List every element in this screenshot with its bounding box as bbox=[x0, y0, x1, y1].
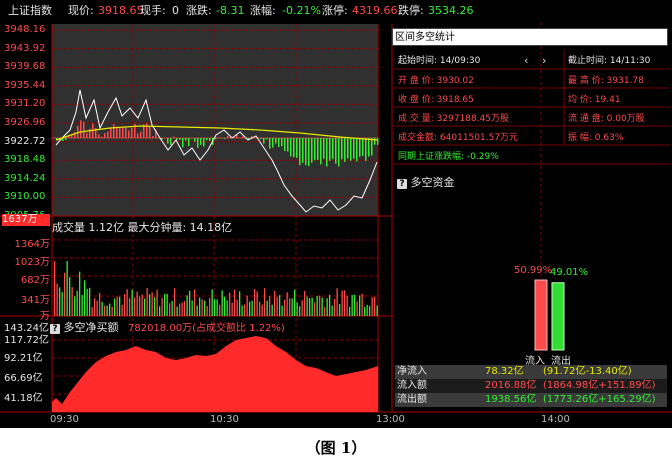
flow-label: 流出额 bbox=[397, 394, 427, 405]
help-icon[interactable]: ? bbox=[397, 179, 407, 189]
price-axis-tick: 3935.44 bbox=[4, 79, 46, 91]
flow-detail: (91.72亿-13.40亿) bbox=[543, 366, 632, 377]
netbuy-axis-tick: 66.69亿 bbox=[4, 373, 43, 384]
price-axis-tick: 3918.48 bbox=[4, 154, 46, 166]
volume-axis-tick: 1023万 bbox=[14, 257, 50, 268]
price-axis-tick: 3914.24 bbox=[4, 172, 46, 184]
netbuy-panel-header: ? 多空净买额 782018.00万(占成交额比 1.22%) bbox=[50, 319, 285, 335]
flow-row: 净流入 78.32亿 (91.72亿-13.40亿) bbox=[395, 365, 667, 379]
flow-label: 净流入 bbox=[397, 366, 427, 377]
price-axis-tick: 3922.72 bbox=[4, 135, 46, 147]
stats-grid-lines bbox=[394, 50, 670, 165]
netbuy-title: 多空净买额 bbox=[63, 321, 119, 334]
flow-row: 流入额 2016.88亿 (1864.98亿+151.89亿) bbox=[395, 379, 667, 393]
flow-detail: (1864.98亿+151.89亿) bbox=[543, 380, 656, 391]
volume-current: 1637万 bbox=[2, 214, 50, 226]
stock-terminal-screen: 上证指数 现价: 3918.65 现手: 0 涨跌: -8.31 涨幅: -0.… bbox=[0, 0, 672, 428]
outflow-pct: 49.01% bbox=[550, 267, 589, 278]
flow-label: 流入额 bbox=[397, 380, 427, 391]
help-icon[interactable]: ? bbox=[50, 324, 60, 334]
flow-value: 2016.88亿 bbox=[485, 380, 537, 391]
outflow-bar bbox=[551, 282, 565, 351]
time-axis-tick: 13:00 bbox=[376, 414, 405, 425]
netbuy-axis-tick: 41.18亿 bbox=[4, 393, 43, 404]
flow-row: 流出额 1938.56亿 (1773.26亿+165.29亿) bbox=[395, 393, 667, 407]
price-axis-tick: 3939.68 bbox=[4, 61, 46, 73]
time-axis-tick: 10:30 bbox=[210, 414, 239, 425]
netbuy-axis-tick: 117.72亿 bbox=[4, 335, 49, 346]
price-panel-bg bbox=[52, 24, 378, 216]
price-axis-tick: 3910.00 bbox=[4, 191, 46, 203]
flow-value: 1938.56亿 bbox=[485, 394, 537, 405]
inflow-pct: 50.99% bbox=[514, 265, 553, 276]
netbuy-value: 782018.00万(占成交额比 1.22%) bbox=[128, 323, 285, 334]
price-axis-tick: 3931.20 bbox=[4, 98, 46, 110]
time-axis-tick: 09:30 bbox=[50, 414, 79, 425]
figure-caption: （图 1） bbox=[305, 439, 367, 457]
stats-panel-title[interactable]: 区间多空统计 bbox=[392, 28, 668, 46]
volume-axis-tick: 682万 bbox=[20, 275, 50, 286]
volume-axis-tick: 1364万 bbox=[14, 239, 50, 250]
inflow-bar bbox=[534, 279, 548, 351]
netbuy-axis-tick: 92.21亿 bbox=[4, 353, 43, 364]
bullbear-header: ? 多空资金 bbox=[397, 174, 455, 190]
price-axis-tick: 3926.96 bbox=[4, 117, 46, 128]
bullbear-title: 多空资金 bbox=[410, 176, 455, 189]
flow-detail: (1773.26亿+165.29亿) bbox=[543, 394, 656, 405]
volume-axis-tick: 341万 bbox=[20, 295, 50, 306]
bull-bear-bars bbox=[534, 279, 565, 351]
price-axis-tick: 3943.92 bbox=[4, 42, 46, 54]
volume-panel-label: 成交量 1.12亿 最大分钟量: 14.18亿 bbox=[52, 221, 233, 234]
time-axis-tick: 14:00 bbox=[541, 414, 570, 425]
volume-bars bbox=[54, 260, 378, 316]
flow-value: 78.32亿 bbox=[485, 366, 524, 377]
price-axis-tick: 3948.16 bbox=[4, 24, 46, 35]
net-buy-area bbox=[52, 336, 378, 412]
